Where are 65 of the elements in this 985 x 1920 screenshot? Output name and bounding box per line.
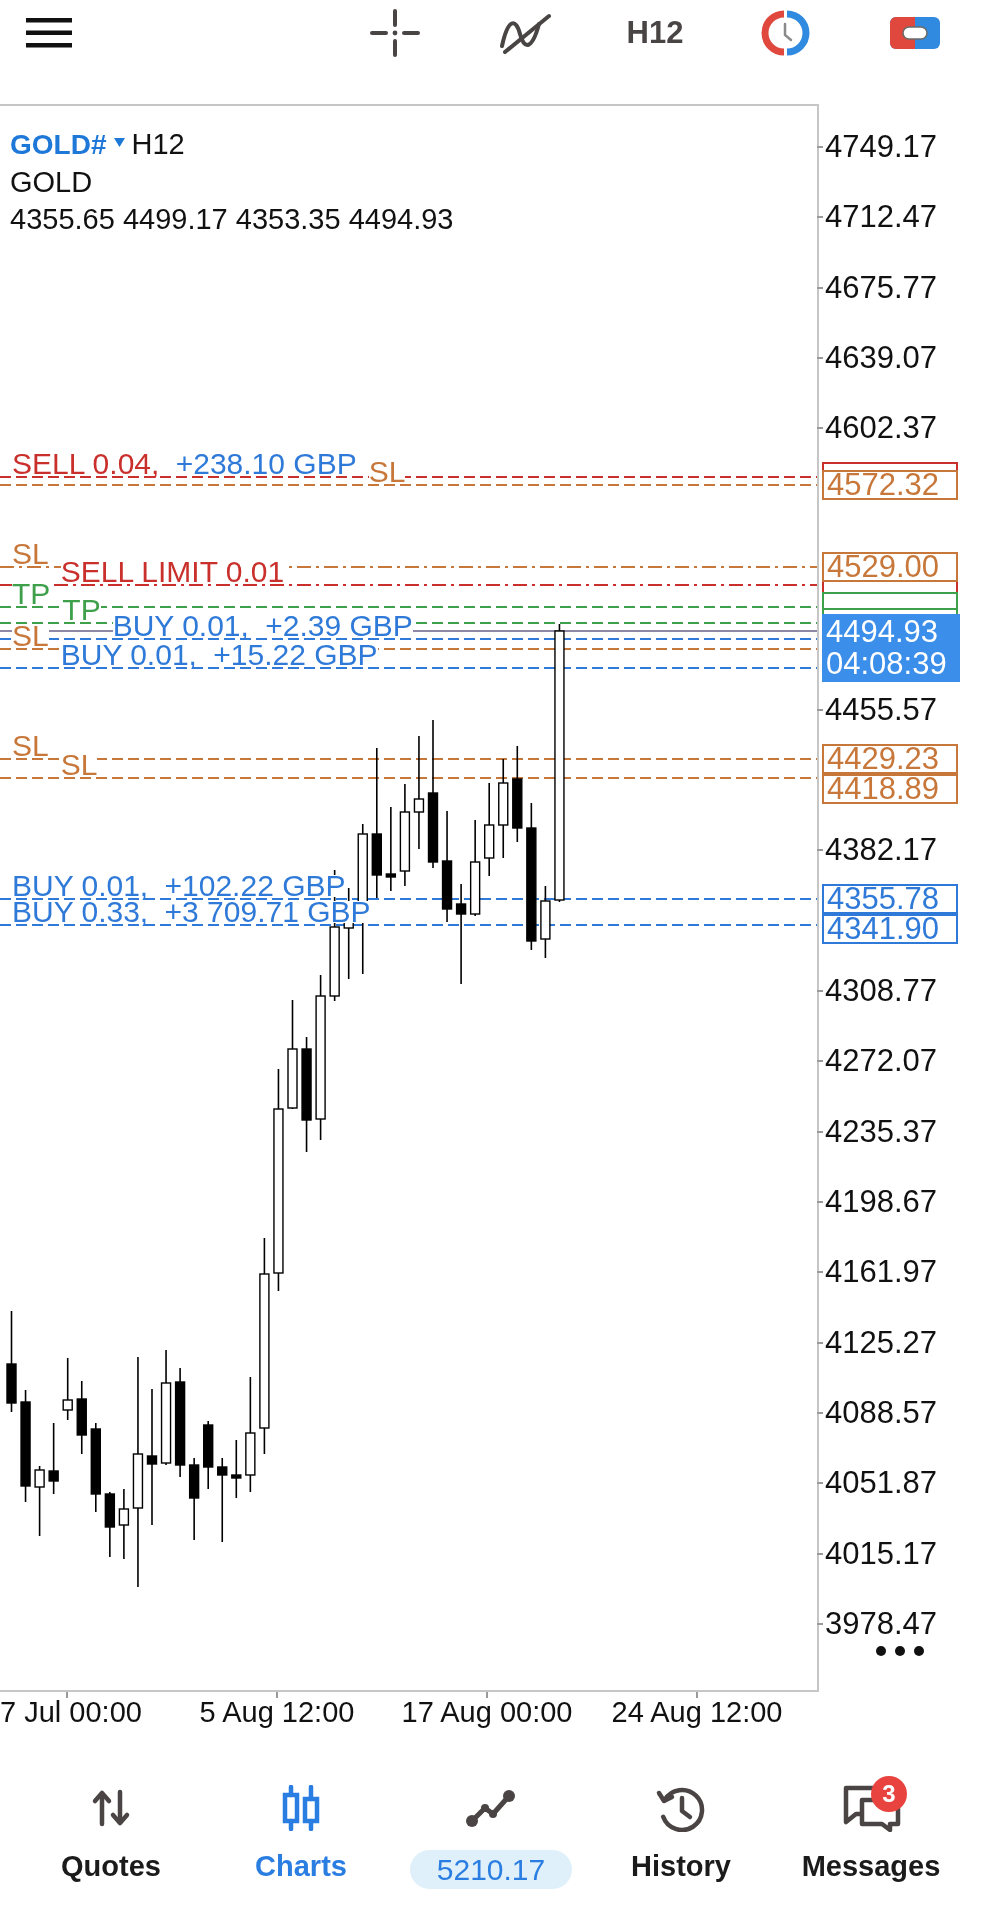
toggle-icon[interactable]	[889, 16, 941, 50]
dropdown-caret-icon[interactable]	[114, 138, 126, 148]
price-axis-label: 4602.37	[825, 413, 938, 444]
candle	[104, 1491, 116, 1558]
time-axis-label: 17 Aug 00:00	[401, 1697, 573, 1727]
timeframe-button[interactable]: H12	[624, 15, 686, 51]
price-axis-label: 4235.37	[825, 1116, 938, 1147]
up-down-arrows-icon	[91, 1788, 131, 1828]
nav-tab[interactable]: History	[625, 1770, 737, 1886]
price-axis-label: 4455.57	[825, 694, 938, 725]
ohlc-values: 4355.65 4499.17 4353.35 4494.93	[10, 202, 454, 237]
symbol-name[interactable]: GOLD#	[10, 126, 107, 164]
price-tag: 4341.90	[822, 914, 958, 944]
wave-icon[interactable]	[499, 12, 551, 54]
order-line-label: SL	[368, 461, 406, 483]
order-line-label: SELL LIMIT 0.01	[60, 561, 285, 583]
price-axis-label: 4272.07	[825, 1046, 938, 1077]
order-line-label: BUY 0.01, +2.39 GBP	[112, 615, 413, 637]
candle	[118, 1488, 130, 1560]
price-axis-label: 4639.07	[825, 343, 938, 373]
candle	[62, 1357, 73, 1421]
price-tag: 4429.23	[822, 744, 958, 774]
order-line-label: SL	[60, 754, 98, 776]
notification-badge: 3	[871, 1776, 907, 1812]
price-tag: 4418.89	[822, 774, 958, 804]
balance-pill: 5210.17	[409, 1850, 573, 1889]
candle-countdown: 04:08:39	[826, 648, 948, 680]
order-line-label: SL	[12, 625, 49, 647]
timeframe-label: H12	[131, 127, 185, 162]
nav-tab[interactable]: Quotes	[55, 1770, 167, 1886]
price-axis-label: 4749.17	[825, 132, 938, 162]
crosshair-icon[interactable]	[370, 9, 420, 57]
price-axis-label: 4015.17	[825, 1538, 938, 1569]
candle	[34, 1465, 45, 1537]
candle	[203, 1420, 214, 1490]
candle	[231, 1439, 242, 1499]
price-axis-label: 4308.77	[825, 975, 938, 1006]
more-icon[interactable]	[875, 1645, 925, 1657]
price-tag: 4355.78	[822, 884, 958, 914]
time-axis-label: 7 Jul 00:00	[0, 1697, 142, 1727]
price-axis-label: 3978.47	[825, 1608, 938, 1639]
price-axis-label: 4161.97	[825, 1257, 938, 1288]
order-line-label: TP	[12, 583, 51, 605]
price-axis-label: 4088.57	[825, 1397, 938, 1428]
price-axis-label: 4051.87	[825, 1468, 938, 1499]
order-line-label: TP	[62, 599, 101, 621]
nav-tab[interactable]: Charts	[249, 1770, 353, 1886]
time-axis-label: 24 Aug 12:00	[611, 1697, 783, 1727]
menu-icon[interactable]	[26, 17, 72, 49]
time-axis-label: 5 Aug 12:00	[199, 1697, 355, 1727]
price-axis-label: 4675.77	[825, 272, 938, 303]
order-line-label: SL	[12, 543, 49, 565]
line-chart-icon	[465, 1788, 517, 1828]
price-tag: 4572.32	[822, 470, 958, 500]
price-axis-label: 4125.27	[825, 1327, 938, 1358]
current-price-value: 4494.93	[826, 616, 940, 648]
price-axis-label: 4382.17	[825, 835, 938, 866]
price-axis-label: 4198.67	[825, 1186, 938, 1217]
price-axis-label: 4712.47	[825, 202, 938, 233]
symbol-description: GOLD	[10, 164, 94, 200]
order-line-label: SL	[12, 735, 49, 757]
nav-tab[interactable]: 3 Messages	[795, 1770, 947, 1886]
balance-tab[interactable]: 5210.17	[403, 1770, 579, 1893]
clock-ring-icon[interactable]	[760, 10, 810, 56]
price-tag: 4529.00	[822, 552, 958, 582]
